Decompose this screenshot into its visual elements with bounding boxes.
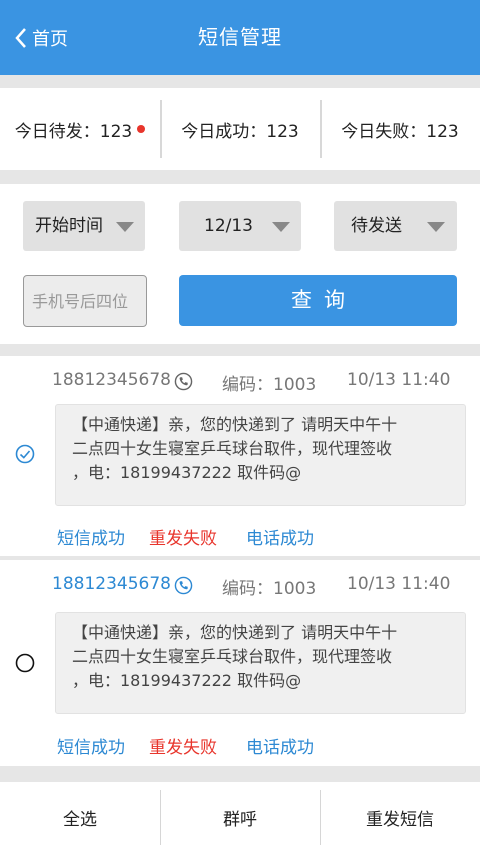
selected-check-icon[interactable]: [15, 444, 35, 464]
date-value: 12/13: [204, 216, 253, 236]
status-dropdown[interactable]: 待发送: [334, 201, 457, 251]
message-line: 二点四十女生寝室乒乓球台取件，现代理签收: [72, 439, 393, 458]
stat-pending: 今日待发：123: [0, 88, 160, 170]
resend-sms-button[interactable]: 重发短信: [320, 782, 480, 853]
message-meta: 18812345678 编码：1003 10/13 11:40: [52, 574, 472, 599]
date-dropdown[interactable]: 12/13: [179, 201, 301, 251]
message-body: 【中通快递】亲，您的快递到了 请明天中午十 二点四十女生寝室乒乓球台取件，现代理…: [55, 404, 466, 506]
page-title: 短信管理: [198, 25, 282, 49]
stat-pending-label: 今日待发：123: [14, 121, 133, 142]
select-all-button[interactable]: 全选: [0, 782, 160, 853]
start-time-label: 开始时间: [35, 216, 103, 236]
bottom-action-bar: 全选 群呼 重发短信: [0, 782, 480, 853]
stat-success: 今日成功：123: [160, 88, 320, 170]
message-code: 编码：1003: [222, 579, 317, 599]
sms-status-link[interactable]: 短信成功: [57, 733, 125, 758]
call-status-link[interactable]: 电话成功: [246, 524, 314, 549]
resend-status-link[interactable]: 重发失败: [149, 524, 217, 549]
message-status-row: 短信成功 重发失败 电话成功: [57, 524, 457, 549]
message-card: 18812345678 编码：1003 10/13 11:40 【中通快递】亲，…: [0, 560, 480, 766]
message-card: 18812345678 编码：1003 10/13 11:40 【中通快递】亲，…: [0, 356, 480, 556]
stat-failed: 今日失败：123: [320, 88, 480, 170]
chevron-left-icon: [15, 27, 26, 48]
phone-call-icon[interactable]: [174, 372, 193, 391]
message-line: 二点四十女生寝室乒乓球台取件，现代理签收: [72, 647, 393, 666]
filter-panel: 开始时间 12/13 待发送 查询: [0, 184, 480, 344]
message-body: 【中通快递】亲，您的快递到了 请明天中午十 二点四十女生寝室乒乓球台取件，现代理…: [55, 612, 466, 714]
dropdown-arrow-icon: [427, 222, 445, 232]
message-phone[interactable]: 18812345678: [52, 574, 171, 594]
message-line: 【中通快递】亲，您的快递到了 请明天中午十: [72, 623, 398, 642]
back-button[interactable]: 首页: [14, 0, 68, 75]
phone-call-icon[interactable]: [174, 576, 193, 595]
message-time: 10/13 11:40: [347, 370, 451, 390]
message-phone[interactable]: 18812345678: [52, 370, 171, 390]
start-time-dropdown[interactable]: 开始时间: [23, 201, 145, 251]
message-meta: 18812345678 编码：1003 10/13 11:40: [52, 370, 472, 395]
message-status-row: 短信成功 重发失败 电话成功: [57, 733, 457, 758]
message-line: 【中通快递】亲，您的快递到了 请明天中午十: [72, 415, 398, 434]
message-time: 10/13 11:40: [347, 574, 451, 594]
pending-dot-indicator: [137, 125, 146, 133]
message-code: 编码：1003: [222, 375, 317, 395]
dropdown-arrow-icon: [272, 222, 290, 232]
dropdown-arrow-icon: [116, 222, 134, 232]
phone-last4-input[interactable]: [23, 275, 147, 327]
stats-bar: 今日待发：123 今日成功：123 今日失败：123: [0, 88, 480, 170]
back-label: 首页: [32, 28, 68, 50]
resend-status-link[interactable]: 重发失败: [149, 733, 217, 758]
status-value: 待发送: [351, 216, 402, 236]
stat-failed-label: 今日失败：123: [341, 121, 459, 142]
group-call-button[interactable]: 群呼: [160, 782, 320, 853]
query-button[interactable]: 查询: [179, 275, 457, 326]
message-line: ，电：18199437222 取件码@: [72, 671, 302, 690]
stat-success-label: 今日成功：123: [181, 121, 299, 142]
sms-status-link[interactable]: 短信成功: [57, 524, 125, 549]
call-status-link[interactable]: 电话成功: [246, 733, 314, 758]
app-header: 首页 短信管理: [0, 0, 480, 75]
unselected-radio-icon[interactable]: [15, 653, 35, 673]
message-line: ，电：18199437222 取件码@: [72, 463, 302, 482]
